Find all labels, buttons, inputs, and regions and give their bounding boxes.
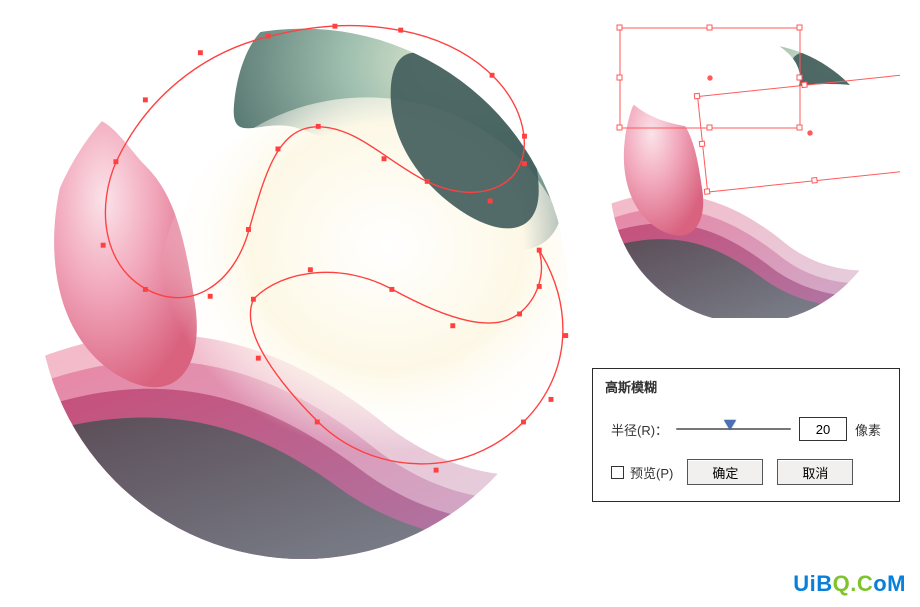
watermark-main: UiB [793,571,832,596]
artwork-main [28,4,578,564]
watermark: UiBQ.CoM [793,571,906,597]
ok-button[interactable]: 确定 [687,459,763,485]
dialog-title: 高斯模糊 [593,369,899,403]
preview-checkbox[interactable]: 预览(P) [611,463,673,482]
watermark-tail: oM [873,571,906,596]
cancel-button[interactable]: 取消 [777,459,853,485]
buttons-row: 预览(P) 确定 取消 [611,459,881,485]
slider-thumb[interactable] [724,420,736,430]
radius-input[interactable] [799,417,847,441]
radius-slider[interactable] [676,422,791,436]
canvas: 高斯模糊 半径(R)： 像素 预览(P) 确定 取消 UiBQ [0,0,920,607]
preview-label: 预览(P) [630,463,673,482]
radius-row: 半径(R)： 像素 [611,417,881,441]
gaussian-blur-dialog: 高斯模糊 半径(R)： 像素 预览(P) 确定 取消 [592,368,900,502]
checkbox-box [611,466,624,479]
radius-label: 半径(R)： [611,420,668,439]
watermark-accent: Q.C [833,571,874,596]
dialog-body: 半径(R)： 像素 预览(P) 确定 取消 [593,403,899,501]
artwork-secondary [600,18,900,318]
radius-unit: 像素 [855,420,881,439]
